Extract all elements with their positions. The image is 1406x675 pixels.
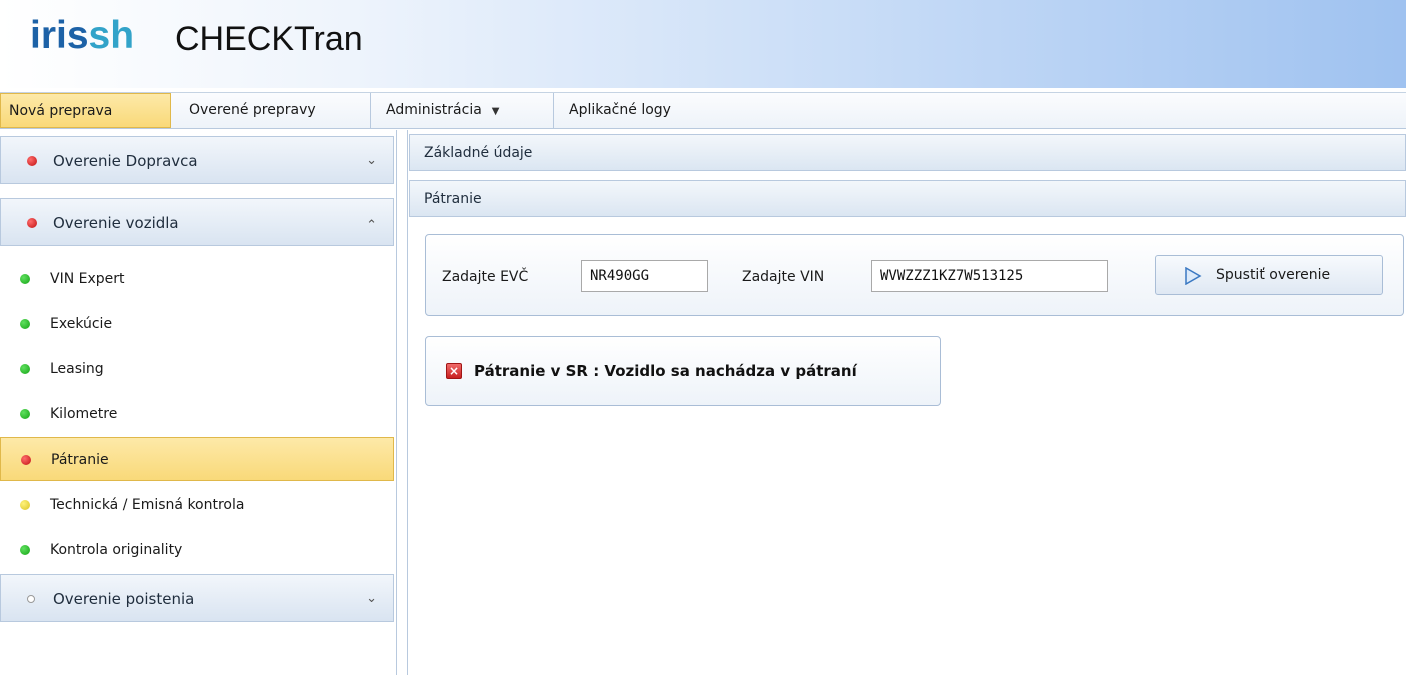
- dropdown-caret-icon: ▼: [491, 106, 500, 117]
- main-menu: Nová preprava Overené prepravy Administr…: [0, 92, 1406, 129]
- accordion-overenie-poistenia[interactable]: Overenie poistenia ⌄: [0, 574, 394, 622]
- panel-header-label: Základné údaje: [424, 145, 533, 161]
- sidebar-item-label: Pátranie: [51, 452, 109, 468]
- status-green-icon: [20, 319, 30, 329]
- sidebar-item-patranie[interactable]: Pátranie: [0, 437, 394, 481]
- menu-item-label: Overené prepravy: [189, 102, 316, 118]
- search-form: Zadajte EVČ NR490GG Zadajte VIN WVWZZZ1K…: [425, 234, 1404, 316]
- start-verification-button[interactable]: Spustiť overenie: [1155, 255, 1383, 295]
- accordion-overenie-vozidla[interactable]: Overenie vozidla ⌃: [0, 198, 394, 246]
- sidebar-item-vin-expert[interactable]: VIN Expert: [0, 257, 394, 301]
- button-label: Spustiť overenie: [1216, 267, 1331, 283]
- sidebar-item-exekucie[interactable]: Exekúcie: [0, 302, 394, 346]
- evc-label: Zadajte EVČ: [442, 269, 529, 285]
- panel-header-patranie[interactable]: Pátranie: [409, 180, 1406, 217]
- accordion-label: Overenie poistenia: [53, 590, 195, 608]
- sidebar-item-technicka-emisna-kontrola[interactable]: Technická / Emisná kontrola: [0, 483, 394, 527]
- panel-header-label: Pátranie: [424, 191, 482, 207]
- result-message: Pátranie v SR : Vozidlo sa nachádza v pá…: [474, 362, 857, 380]
- sidebar: Overenie Dopravca ⌄ Overenie vozidla ⌃ V…: [0, 130, 395, 675]
- sidebar-item-label: Exekúcie: [50, 316, 113, 332]
- chevron-down-icon: ⌄: [366, 591, 377, 606]
- evc-input[interactable]: NR490GG: [581, 260, 708, 292]
- menu-item-overene-prepravy[interactable]: Overené prepravy: [172, 93, 371, 128]
- status-green-icon: [20, 274, 30, 284]
- logo-part2: sh: [88, 14, 135, 57]
- sidebar-item-label: Kilometre: [50, 406, 118, 422]
- menu-item-label: Administrácia: [386, 102, 482, 118]
- result-message-box: × Pátranie v SR : Vozidlo sa nachádza v …: [425, 336, 941, 406]
- sidebar-item-label: Technická / Emisná kontrola: [50, 497, 245, 513]
- menu-item-label: Nová preprava: [9, 103, 113, 119]
- sidebar-item-kilometre[interactable]: Kilometre: [0, 392, 394, 436]
- sidebar-item-label: Kontrola originality: [50, 542, 183, 558]
- menu-item-aplikacne-logy[interactable]: Aplikačné logy: [554, 93, 714, 128]
- accordion-overenie-dopravca[interactable]: Overenie Dopravca ⌄: [0, 136, 394, 184]
- logo: irissh: [30, 14, 134, 58]
- status-yellow-icon: [20, 500, 30, 510]
- menu-item-label: Aplikačné logy: [569, 102, 671, 118]
- app-header: irissh CHECKTran: [0, 0, 1406, 88]
- status-green-icon: [20, 545, 30, 555]
- vin-input[interactable]: WVWZZZ1KZ7W513125: [871, 260, 1108, 292]
- panel-header-zakladne-udaje[interactable]: Základné údaje: [409, 134, 1406, 171]
- splitter[interactable]: [396, 130, 408, 675]
- menu-item-administracia[interactable]: Administrácia ▼: [371, 93, 554, 128]
- sidebar-item-kontrola-originality[interactable]: Kontrola originality: [0, 528, 394, 572]
- chevron-down-icon: ⌄: [366, 153, 377, 168]
- accordion-label: Overenie Dopravca: [53, 152, 198, 170]
- sidebar-item-leasing[interactable]: Leasing: [0, 347, 394, 391]
- logo-part1: iris: [30, 14, 89, 57]
- app-title: CHECKTran: [175, 20, 363, 58]
- status-red-icon: [27, 156, 37, 166]
- play-icon: [1185, 267, 1202, 285]
- status-green-icon: [20, 409, 30, 419]
- vin-label: Zadajte VIN: [742, 269, 825, 285]
- status-green-icon: [20, 364, 30, 374]
- status-red-icon: [21, 455, 31, 465]
- status-empty-icon: [27, 595, 35, 603]
- accordion-label: Overenie vozidla: [53, 214, 179, 232]
- menu-item-nova-preprava[interactable]: Nová preprava: [0, 93, 171, 128]
- error-icon: ×: [446, 363, 462, 379]
- status-red-icon: [27, 218, 37, 228]
- sidebar-item-label: VIN Expert: [50, 271, 125, 287]
- sidebar-item-label: Leasing: [50, 361, 104, 377]
- chevron-up-icon: ⌃: [366, 218, 377, 233]
